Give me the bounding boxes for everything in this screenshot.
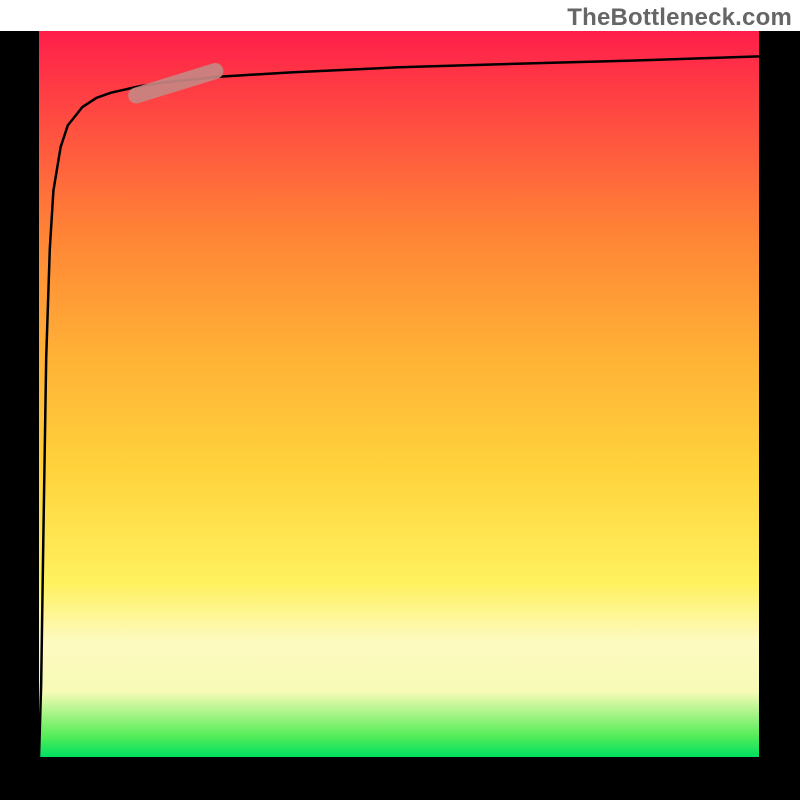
watermark-text: TheBottleneck.com [567, 4, 792, 32]
plot-axes-box [0, 31, 800, 800]
plot-area [39, 31, 759, 757]
gradient-background [39, 31, 759, 757]
chart-frame: TheBottleneck.com [0, 0, 800, 800]
plot-svg [39, 31, 759, 757]
